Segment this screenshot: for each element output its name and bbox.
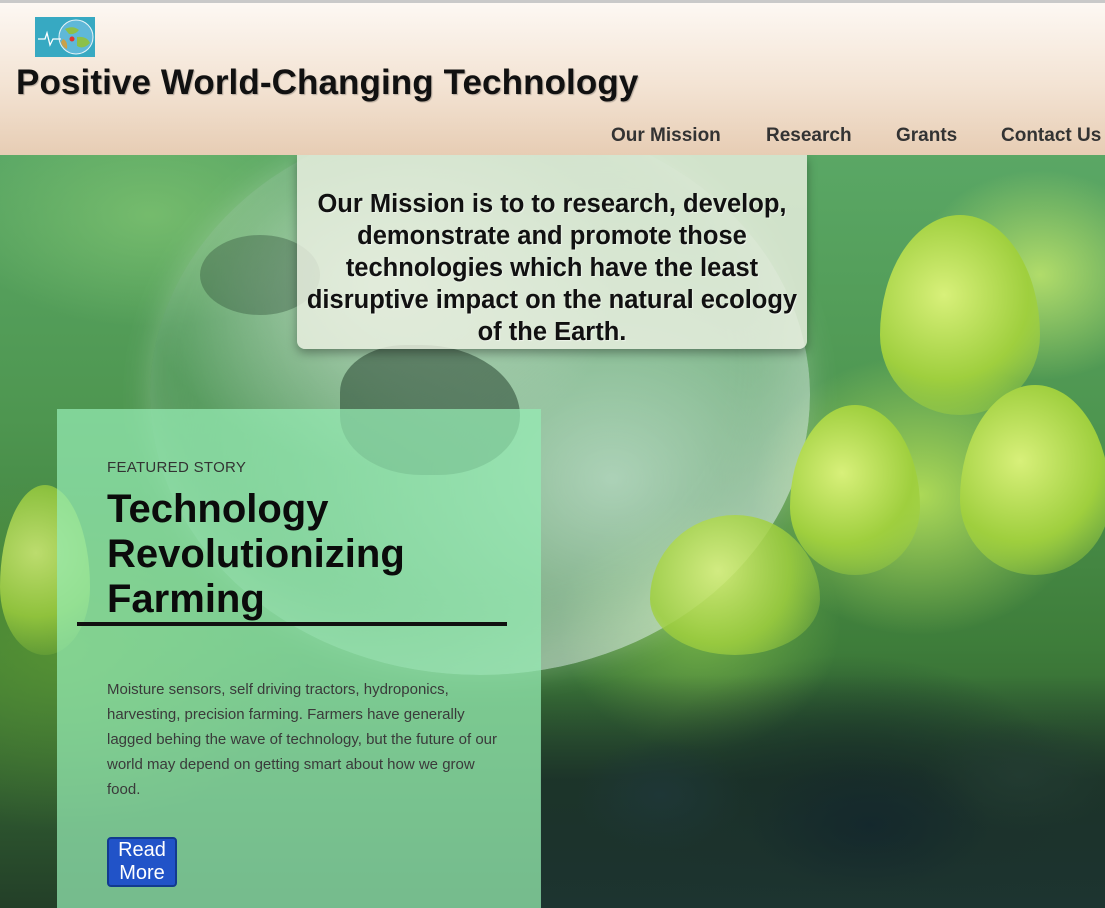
fern-leaf-shape [790, 405, 920, 575]
nav-item-contact-us[interactable]: Contact Us [1001, 124, 1101, 148]
featured-story-label: FEATURED STORY [107, 459, 247, 476]
nav-item-research[interactable]: Research [766, 124, 852, 148]
title-divider [77, 622, 507, 626]
globe-logo-icon[interactable] [35, 17, 95, 57]
featured-story-title[interactable]: Technology Revolutionizing Farming [107, 487, 527, 622]
moss-ground-shape [540, 675, 1105, 908]
nav-item-grants[interactable]: Grants [896, 124, 957, 148]
page: Positive World-Changing Technology Our M… [0, 0, 1105, 908]
mission-statement-box: Our Mission is to to research, develop, … [297, 155, 807, 349]
mission-statement-text: Our Mission is to to research, develop, … [306, 190, 798, 346]
main-nav: Our Mission Research Grants Contact Us [590, 124, 1105, 150]
site-title: Positive World-Changing Technology [16, 63, 639, 102]
featured-story-body: Moisture sensors, self driving tractors,… [107, 681, 497, 798]
fern-leaf-shape [960, 385, 1105, 575]
nav-item-our-mission[interactable]: Our Mission [611, 124, 721, 148]
read-more-button[interactable]: Read More [107, 837, 177, 887]
featured-story-card: FEATURED STORY Technology Revolutionizin… [57, 409, 541, 908]
fern-leaf-shape [880, 215, 1040, 415]
site-header: Positive World-Changing Technology Our M… [0, 0, 1105, 155]
